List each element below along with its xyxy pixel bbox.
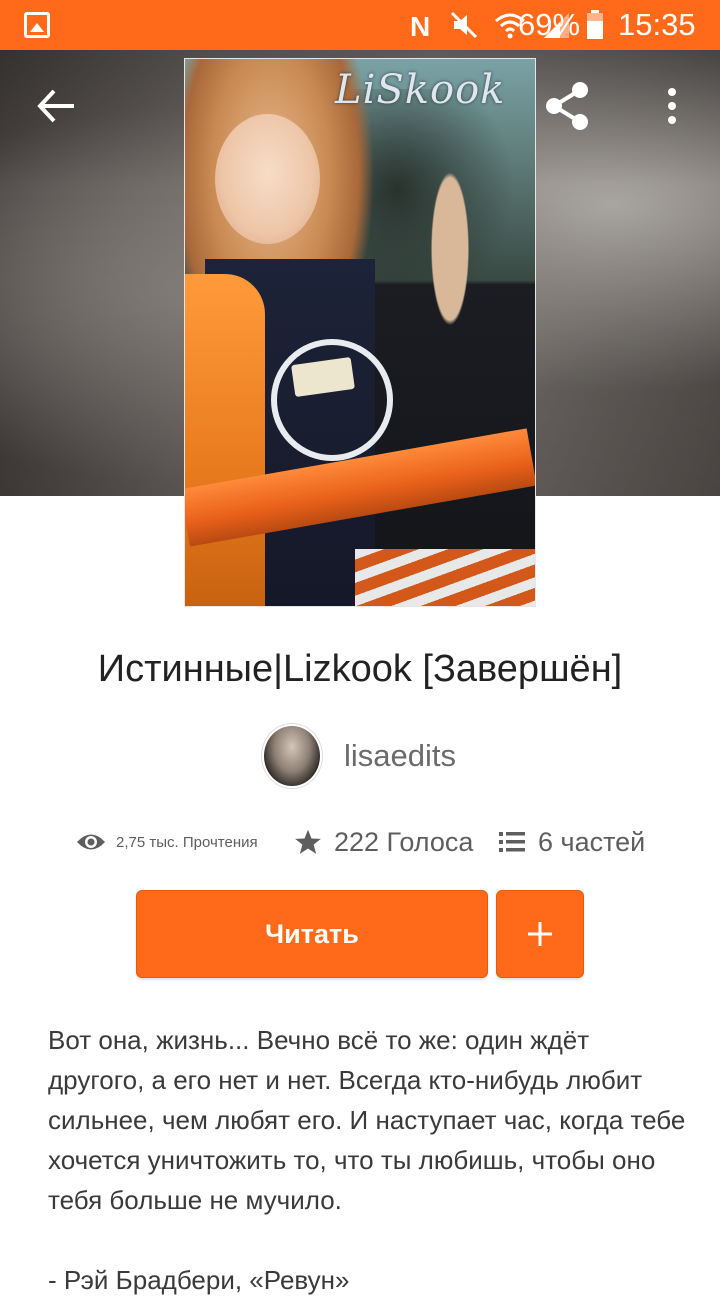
author-name[interactable]: lisaedits	[344, 738, 456, 774]
story-description: Вот она, жизнь... Вечно всё то же: один …	[48, 1020, 688, 1300]
status-bar: N 69% 15:35	[0, 0, 720, 50]
share-icon[interactable]	[540, 78, 596, 134]
story-title: Истинные|Lizkook [Завершён]	[97, 648, 623, 690]
author-link[interactable]: lisaedits	[262, 724, 456, 788]
parts-count: 6 частей	[538, 826, 646, 857]
add-to-library-button[interactable]	[496, 890, 584, 978]
clock: 15:35	[618, 7, 696, 42]
parts-stat: 6 частей	[498, 818, 645, 866]
arrow-left-icon[interactable]	[30, 80, 82, 132]
description-text: Вот она, жизнь... Вечно всё то же: один …	[48, 1025, 686, 1215]
avatar[interactable]	[262, 724, 322, 788]
reads-count: 2,75 тыс. Прочтения	[116, 833, 258, 851]
cover-overlay-text: LiSkook	[335, 67, 506, 113]
story-stats: 2,75 тыс. Прочтения 222 Голоса 6 частей	[0, 818, 720, 866]
battery-percent: 69%	[518, 7, 581, 42]
votes-count: 222 Голоса	[334, 826, 474, 857]
read-button[interactable]: Читать	[136, 890, 488, 978]
plus-icon	[528, 922, 552, 946]
votes-stat: 222 Голоса	[294, 818, 473, 866]
svg-text:N: N	[410, 11, 430, 40]
eye-icon	[77, 834, 105, 850]
nfc-icon: N	[410, 11, 430, 40]
list-icon	[499, 832, 525, 852]
more-vertical-icon[interactable]	[648, 80, 696, 132]
quote-attribution: - Рэй Брадбери, «Ревун»	[48, 1265, 350, 1295]
image-notification-icon	[24, 12, 50, 38]
reads-stat: 2,75 тыс. Прочтения	[76, 818, 258, 866]
battery-icon	[587, 10, 603, 39]
story-cover[interactable]: LiSkook	[184, 58, 536, 607]
mute-icon	[450, 11, 478, 39]
star-icon	[295, 829, 321, 854]
